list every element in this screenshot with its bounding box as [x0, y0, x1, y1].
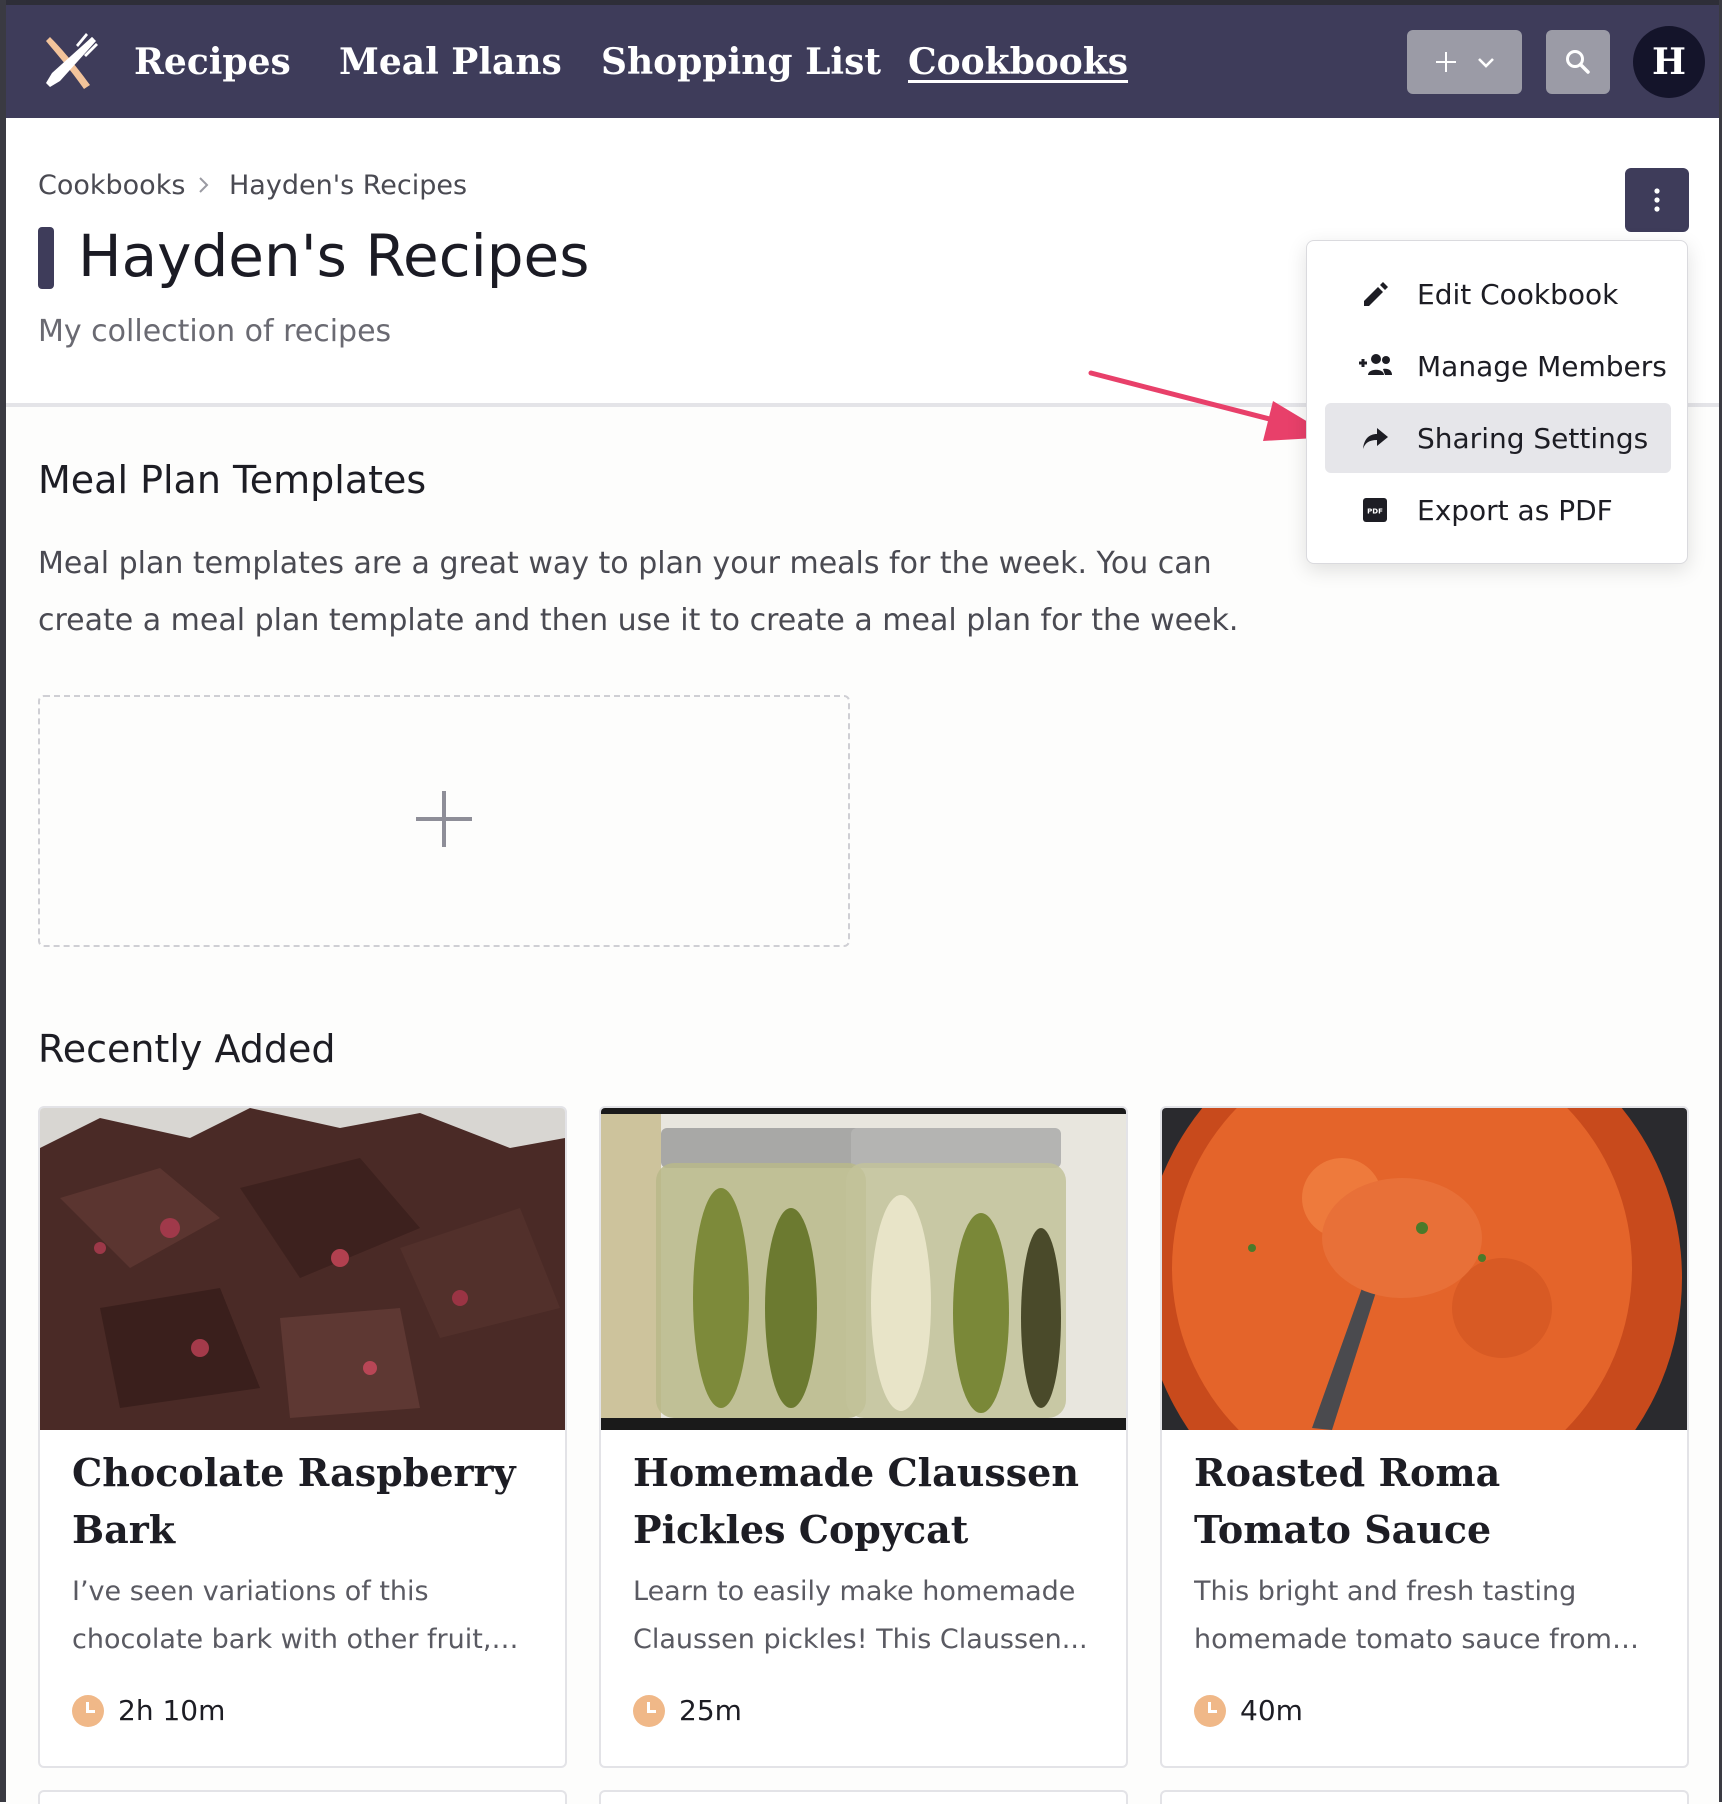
fork-knife-logo-icon[interactable] — [36, 27, 104, 95]
recipe-card[interactable]: Chocolate Raspberry Bark I’ve seen varia… — [38, 1106, 567, 1768]
nav-link-meal-plans[interactable]: Meal Plans — [339, 39, 562, 85]
clock-icon — [633, 1694, 665, 1727]
plus-icon — [416, 791, 472, 847]
page-title: Hayden's Recipes — [78, 222, 590, 290]
recipe-time-value: 40m — [1240, 1694, 1303, 1727]
recipe-title: Homemade Claussen Pickles Copycat — [633, 1450, 1079, 1552]
more-vertical-icon — [1654, 188, 1660, 212]
recipe-description: Learn to easily make homemade Claussen p… — [633, 1576, 1088, 1655]
recipe-image-tomato-sauce — [1162, 1108, 1687, 1430]
recently-added-heading: Recently Added — [38, 1027, 336, 1071]
pdf-icon: PDF — [1355, 490, 1395, 530]
svg-text:PDF: PDF — [1367, 508, 1383, 516]
nav-link-recipes[interactable]: Recipes — [134, 39, 291, 85]
menu-item-sharing-settings[interactable]: Sharing Settings — [1325, 403, 1671, 473]
clock-icon — [72, 1694, 104, 1727]
chevron-down-icon — [1477, 58, 1494, 68]
plus-icon — [1435, 52, 1456, 72]
nav-link-cookbooks[interactable]: Cookbooks — [908, 39, 1128, 85]
recipe-time: 25m — [633, 1694, 742, 1727]
search-button[interactable] — [1546, 30, 1610, 94]
breadcrumb-current: Hayden's Recipes — [229, 170, 468, 201]
top-navigation-bar: Recipes Meal Plans Shopping List Cookboo… — [6, 5, 1719, 118]
nav-link-shopping-list[interactable]: Shopping List — [601, 39, 881, 85]
recipe-description: I’ve seen variations of this chocolate b… — [72, 1576, 492, 1655]
title-accent-bar — [38, 227, 54, 289]
recipe-title: Chocolate Raspberry Bark — [72, 1450, 516, 1552]
add-meal-plan-template-button[interactable] — [38, 695, 850, 947]
recipe-time-value: 25m — [679, 1694, 742, 1727]
add-group-icon — [1355, 346, 1395, 386]
recipe-time: 2h 10m — [72, 1694, 225, 1727]
add-menu-button[interactable] — [1407, 30, 1522, 94]
annotation-arrow-icon — [1088, 370, 1333, 441]
search-icon — [1566, 50, 1590, 74]
menu-item-manage-members[interactable]: Manage Members — [1325, 331, 1671, 401]
recipe-image-pickles — [601, 1108, 1126, 1430]
meal-plan-templates-description: Meal plan templates are a great way to p… — [38, 546, 1239, 638]
pencil-icon — [1355, 274, 1395, 314]
user-avatar[interactable]: H — [1633, 26, 1705, 98]
cookbook-options-menu: Edit Cookbook Manage Members Sharing Set… — [1306, 240, 1688, 564]
share-arrow-icon — [1355, 418, 1395, 458]
recipe-description: This bright and fresh tasting homemade t… — [1194, 1576, 1612, 1655]
meal-plan-templates-heading: Meal Plan Templates — [38, 458, 427, 502]
cookbook-options-button[interactable] — [1625, 168, 1689, 232]
clock-icon — [1194, 1694, 1226, 1727]
recipe-card[interactable]: Homemade Claussen Pickles Copycat Learn … — [599, 1106, 1128, 1768]
menu-item-edit-cookbook[interactable]: Edit Cookbook — [1325, 259, 1671, 329]
recipe-time-value: 2h 10m — [118, 1694, 226, 1727]
breadcrumb-cookbooks[interactable]: Cookbooks — [38, 170, 185, 201]
recipe-time: 40m — [1194, 1694, 1303, 1727]
recipe-title: Roasted Roma Tomato Sauce — [1194, 1450, 1501, 1552]
recipe-image-chocolate-bark — [40, 1108, 565, 1430]
page-subtitle: My collection of recipes — [38, 314, 392, 349]
menu-item-export-pdf[interactable]: PDF Export as PDF — [1325, 475, 1671, 545]
chevron-right-icon — [199, 177, 209, 193]
recipe-card[interactable]: Roasted Roma Tomato Sauce This bright an… — [1160, 1106, 1689, 1768]
